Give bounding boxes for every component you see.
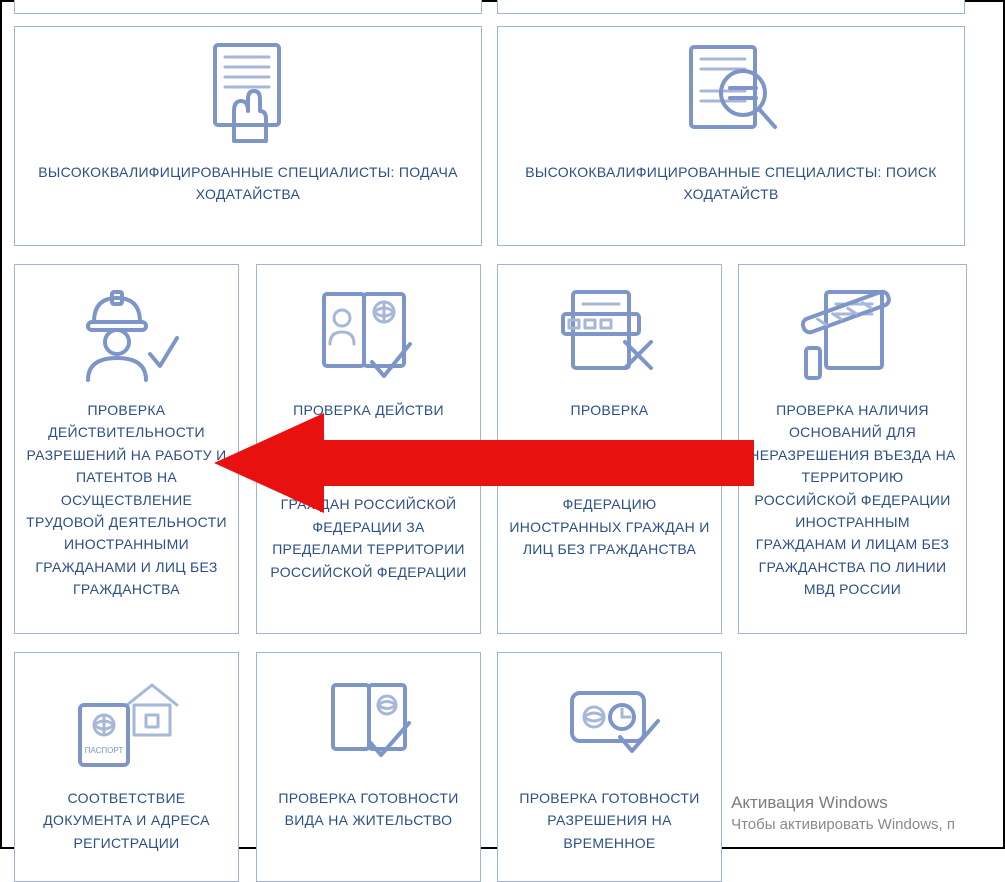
card-label-a: ПРОВЕРКА ДЕЙСТВИ: [293, 399, 444, 421]
card-check-passport-abroad[interactable]: ПРОВЕРКА ДЕЙСТВИ ГРАЖДАН РОССИЙСКОЙ ФЕДЕ…: [256, 264, 481, 634]
card-label-a: ПРОВЕРКА: [571, 399, 649, 421]
card-clock-icon: [560, 667, 660, 777]
viewport-frame: ВЫСОКОКВАЛИФИЦИРОВАННЫЕ СПЕЦИАЛИСТЫ: ПОД…: [0, 0, 1005, 849]
card-top-clip-left[interactable]: [14, 0, 482, 14]
card-specialists-search[interactable]: ВЫСОКОКВАЛИФИЦИРОВАННЫЕ СПЕЦИАЛИСТЫ: ПОИ…: [497, 26, 965, 246]
card-address-match[interactable]: ПАСПОРТ СООТВЕТСТВИЕ ДОКУМЕНТА И АДРЕСА …: [14, 652, 239, 882]
passport-check-icon: [314, 279, 424, 389]
card-label: ПРОВЕРКА ДЕЙСТВИТЕЛЬНОСТИ РАЗРЕШЕНИЙ НА …: [25, 399, 228, 601]
watermark-sub: Чтобы активировать Windows, п: [731, 815, 955, 835]
barrier-document-icon: [798, 279, 908, 389]
card-specialists-apply[interactable]: ВЫСОКОКВАЛИФИЦИРОВАННЫЕ СПЕЦИАЛИСТЫ: ПОД…: [14, 26, 482, 246]
card-label-b: ГРАЖДАН РОССИЙСКОЙ ФЕДЕРАЦИИ ЗА ПРЕДЕЛАМ…: [267, 493, 470, 583]
worker-check-icon: [72, 279, 182, 389]
card-top-clip-right[interactable]: [497, 0, 965, 14]
windows-activation-watermark: Активация Windows Чтобы активировать Win…: [731, 792, 955, 835]
card-check-entry-ban[interactable]: ПРОВЕРКА НАЛИЧИЯ ОСНОВАНИЙ ДЛЯ НЕРАЗРЕШЕ…: [738, 264, 967, 634]
document-denied-icon: [555, 279, 665, 389]
card-label: ПРОВЕРКА НАЛИЧИЯ ОСНОВАНИЙ ДЛЯ НЕРАЗРЕШЕ…: [749, 399, 956, 601]
booklet-check-icon: [319, 667, 419, 777]
card-label: СООТВЕТСТВИЕ ДОКУМЕНТА И АДРЕСА РЕГИСТРА…: [25, 787, 228, 854]
card-label: ПРОВЕРКА ГОТОВНОСТИ РАЗРЕШЕНИЯ НА ВРЕМЕН…: [508, 787, 711, 854]
card-label-b: ФЕДЕРАЦИЮ ИНОСТРАННЫХ ГРАЖДАН И ЛИЦ БЕЗ …: [508, 493, 711, 560]
card-residence-readiness[interactable]: ПРОВЕРКА ГОТОВНОСТИ ВИДА НА ЖИТЕЛЬСТВО: [256, 652, 481, 882]
passport-house-icon: ПАСПОРТ: [72, 667, 182, 777]
passport-text: ПАСПОРТ: [84, 746, 123, 755]
content-area: ВЫСОКОКВАЛИФИЦИРОВАННЫЕ СПЕЦИАЛИСТЫ: ПОД…: [4, 4, 969, 845]
document-hand-icon: [201, 41, 296, 151]
card-temporary-readiness[interactable]: ПРОВЕРКА ГОТОВНОСТИ РАЗРЕШЕНИЯ НА ВРЕМЕН…: [497, 652, 722, 882]
card-label: ВЫСОКОКВАЛИФИЦИРОВАННЫЕ СПЕЦИАЛИСТЫ: ПОД…: [25, 161, 471, 206]
document-search-icon: [681, 41, 781, 151]
card-check-work-permit[interactable]: ПРОВЕРКА ДЕЙСТВИТЕЛЬНОСТИ РАЗРЕШЕНИЙ НА …: [14, 264, 239, 634]
card-label: ВЫСОКОКВАЛИФИЦИРОВАННЫЕ СПЕЦИАЛИСТЫ: ПОИ…: [508, 161, 954, 206]
card-check-entry-foreign[interactable]: ПРОВЕРКА ФЕДЕРАЦИЮ ИНОСТРАННЫХ ГРАЖДАН И…: [497, 264, 722, 634]
card-label: ПРОВЕРКА ГОТОВНОСТИ ВИДА НА ЖИТЕЛЬСТВО: [267, 787, 470, 832]
watermark-title: Активация Windows: [731, 792, 955, 815]
